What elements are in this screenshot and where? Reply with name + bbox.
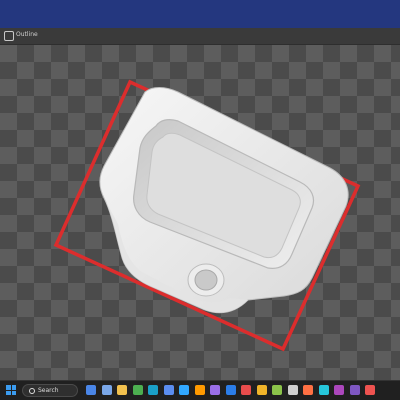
start-icon-tile xyxy=(6,390,11,395)
app-icon-6[interactable] xyxy=(318,385,329,395)
search-icon xyxy=(29,388,35,394)
app-icon-7[interactable] xyxy=(334,385,344,395)
start-icon-tile xyxy=(6,385,11,390)
windows-taskbar: Search xyxy=(0,380,400,400)
window-titlebar xyxy=(0,0,400,28)
start-button[interactable] xyxy=(6,385,16,395)
outline-checkbox[interactable] xyxy=(4,31,14,41)
3d-viewport[interactable] xyxy=(0,45,400,380)
outline-checkbox-label: Outline xyxy=(16,31,38,38)
search-label: Search xyxy=(38,387,59,394)
task-view-icon[interactable] xyxy=(101,385,112,395)
store-icon[interactable] xyxy=(163,385,174,395)
app-icon-4[interactable] xyxy=(287,385,298,395)
app-icon-9[interactable] xyxy=(365,385,375,395)
app-icon-3[interactable] xyxy=(272,385,282,395)
start-icon-tile xyxy=(11,385,16,390)
illustrator-icon[interactable] xyxy=(194,385,205,395)
file-explorer-icon[interactable] xyxy=(117,385,127,395)
browser-icon[interactable] xyxy=(256,385,267,395)
viewport-toolbar: Outline xyxy=(0,28,400,45)
widgets-icon[interactable] xyxy=(86,385,96,395)
mail-icon[interactable] xyxy=(225,385,236,395)
taskbar-search-box[interactable]: Search xyxy=(22,384,78,397)
model-mount-hole xyxy=(194,269,218,291)
app-icon[interactable] xyxy=(210,385,220,395)
viewport-scene xyxy=(53,79,361,352)
photoshop-icon[interactable] xyxy=(179,385,189,395)
chrome-icon[interactable] xyxy=(132,385,143,395)
edge-icon[interactable] xyxy=(148,385,158,395)
app-icon-2[interactable] xyxy=(241,385,251,395)
app-icon-5[interactable] xyxy=(303,385,313,395)
start-icon-tile xyxy=(11,390,16,395)
app-icon-8[interactable] xyxy=(349,385,360,395)
